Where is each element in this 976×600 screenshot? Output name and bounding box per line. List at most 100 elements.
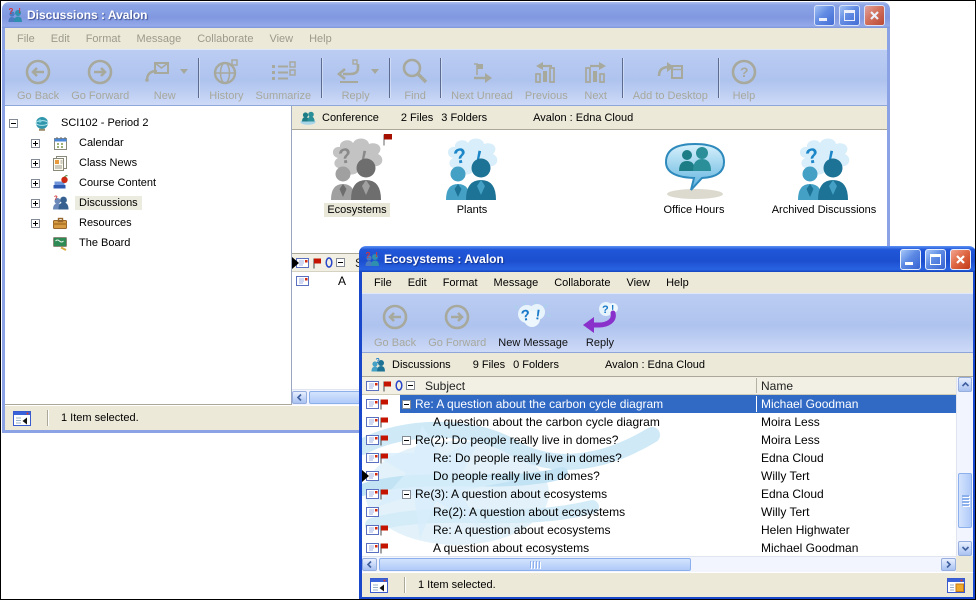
scroll-right-button[interactable] — [941, 558, 956, 571]
tree-item-class-news[interactable]: Class News — [5, 153, 291, 173]
discussion-blue-icon: ? ! — [443, 138, 501, 202]
toolbar-reply-button[interactable]: ?!Reply — [574, 296, 626, 351]
collapse-icon[interactable] — [402, 485, 411, 503]
scroll-up-button[interactable] — [958, 377, 972, 392]
toolbar-button-label: New — [154, 90, 176, 102]
message-row[interactable]: Re: A question about ecosystemsHelen Hig… — [362, 521, 956, 539]
toolbar-reply-button[interactable]: Reply — [326, 52, 385, 104]
toolbar-new-button[interactable]: New — [135, 52, 194, 104]
collapse-icon[interactable] — [402, 395, 411, 413]
minimize-button[interactable] — [900, 249, 921, 270]
go-back-icon — [23, 58, 53, 86]
scroll-left-button[interactable] — [292, 391, 307, 404]
column-divider[interactable] — [756, 378, 757, 393]
menu-help[interactable]: Help — [658, 274, 697, 292]
tree-item-course-content[interactable]: Course Content — [5, 173, 291, 193]
message-row[interactable]: Do people really live in domes?Willy Ter… — [362, 467, 956, 485]
toolbar-find-button[interactable]: Find — [394, 52, 436, 104]
conference-item-ecosystems[interactable]: ? ! Ecosystems — [295, 136, 419, 217]
toolbar-next-unread-button[interactable]: Next Unread — [445, 52, 519, 104]
split-view-toggle-icon[interactable] — [13, 411, 31, 426]
expand-icon[interactable] — [31, 199, 40, 208]
menu-format[interactable]: Format — [78, 30, 129, 48]
toolbar-next-button[interactable]: Next — [574, 52, 618, 104]
toolbar-help-button[interactable]: ?Help — [723, 52, 765, 104]
menu-message[interactable]: Message — [486, 274, 547, 292]
dropdown-arrow-icon[interactable] — [180, 69, 188, 74]
tree-item-the-board[interactable]: The Board — [5, 233, 291, 253]
menu-format[interactable]: Format — [435, 274, 486, 292]
tree-item-resources[interactable]: Resources — [5, 213, 291, 233]
message-row[interactable]: Re: Do people really live in domes?Edna … — [362, 449, 956, 467]
toolbar-add-to-desktop-button[interactable]: Add to Desktop — [627, 52, 714, 104]
message-flag-icon — [379, 521, 389, 539]
close-button[interactable] — [950, 249, 971, 270]
message-sender-name: Michael Goodman — [761, 539, 858, 557]
menu-collaborate[interactable]: Collaborate — [546, 274, 618, 292]
message-subject: Re(2): A question about ecosystems — [433, 503, 625, 521]
collapse-icon[interactable] — [402, 431, 411, 449]
toolbar-new-message-button[interactable]: ?!New Message — [492, 296, 574, 351]
maximize-button[interactable] — [839, 5, 860, 26]
maximize-icon — [930, 254, 941, 265]
scrollbar-thumb[interactable] — [379, 558, 691, 571]
toolbar-go-back-button[interactable]: Go Back — [11, 52, 65, 104]
discussion-gray-icon: ? ! — [328, 138, 386, 202]
scroll-left-button[interactable] — [362, 558, 377, 571]
view-options-icon[interactable] — [947, 578, 965, 593]
go-back-icon — [380, 303, 410, 331]
message-sender-name: Willy Tert — [761, 503, 809, 521]
toolbar-previous-button[interactable]: Previous — [519, 52, 574, 104]
message-row[interactable]: A question about the carbon cycle diagra… — [362, 413, 956, 431]
toolbar-history-button[interactable]: History — [203, 52, 249, 104]
menu-view[interactable]: View — [261, 30, 301, 48]
message-row[interactable]: Re(2): A question about ecosystems Willy … — [362, 503, 956, 521]
expand-icon[interactable] — [31, 139, 40, 148]
message-envelope-icon — [366, 395, 379, 413]
close-button[interactable] — [864, 5, 885, 26]
ecosystems-titlebar[interactable]: ?! Ecosystems : Avalon — [359, 246, 976, 272]
horizontal-scrollbar[interactable] — [362, 556, 956, 572]
conference-item-office-hours[interactable]: Office Hours — [632, 136, 756, 217]
list-column-header[interactable]: SubjectName — [362, 377, 956, 395]
menu-message[interactable]: Message — [129, 30, 190, 48]
message-row[interactable]: Re(2): Do people really live in domes?Mo… — [362, 431, 956, 449]
tree-item-calendar[interactable]: Calendar — [5, 133, 291, 153]
menu-collaborate[interactable]: Collaborate — [189, 30, 261, 48]
menu-edit[interactable]: Edit — [400, 274, 435, 292]
conference-item-archived-discussions[interactable]: ? ! Archived Discussions — [762, 136, 886, 217]
tree-item-sci102-period-2[interactable]: SCI102 - Period 2 — [5, 113, 291, 133]
message-sender-name: Edna Cloud — [761, 449, 824, 467]
maximize-button[interactable] — [925, 249, 946, 270]
menu-file[interactable]: File — [366, 274, 400, 292]
menu-help[interactable]: Help — [301, 30, 340, 48]
expand-icon[interactable] — [31, 159, 40, 168]
new-icon — [141, 58, 173, 86]
message-row[interactable]: A question about ecosystemsMichael Goodm… — [362, 539, 956, 557]
toolbar-go-back-button[interactable]: Go Back — [368, 296, 422, 351]
conference-pane-header: Conference 2 Files3 Folders Avalon : Edn… — [292, 106, 887, 130]
toolbar-go-forward-button[interactable]: Go Forward — [65, 52, 135, 104]
tree-item-discussions[interactable]: ?Discussions — [5, 193, 291, 213]
discussions-titlebar[interactable]: ?! Discussions : Avalon — [2, 2, 890, 28]
summarize-icon — [268, 58, 298, 86]
message-row[interactable]: Re(3): A question about ecosystemsEdna C… — [362, 485, 956, 503]
menu-edit[interactable]: Edit — [43, 30, 78, 48]
menu-file[interactable]: File — [9, 30, 43, 48]
scrollbar-thumb[interactable] — [958, 473, 972, 528]
message-sender-name: Willy Tert — [761, 467, 809, 485]
expand-icon[interactable] — [31, 219, 40, 228]
message-row[interactable]: Re: A question about the carbon cycle di… — [362, 395, 956, 413]
split-view-toggle-icon[interactable] — [370, 578, 388, 593]
dropdown-arrow-icon[interactable] — [371, 69, 379, 74]
toolbar-button-label: Add to Desktop — [633, 90, 708, 102]
vertical-scrollbar[interactable] — [956, 377, 973, 556]
collapse-icon[interactable] — [9, 119, 18, 128]
scroll-down-button[interactable] — [958, 541, 972, 556]
toolbar-summarize-button[interactable]: Summarize — [250, 52, 318, 104]
conference-item-plants[interactable]: ? ! Plants — [410, 136, 534, 217]
menu-view[interactable]: View — [618, 274, 658, 292]
minimize-button[interactable] — [814, 5, 835, 26]
toolbar-go-forward-button[interactable]: Go Forward — [422, 296, 492, 351]
expand-icon[interactable] — [31, 179, 40, 188]
